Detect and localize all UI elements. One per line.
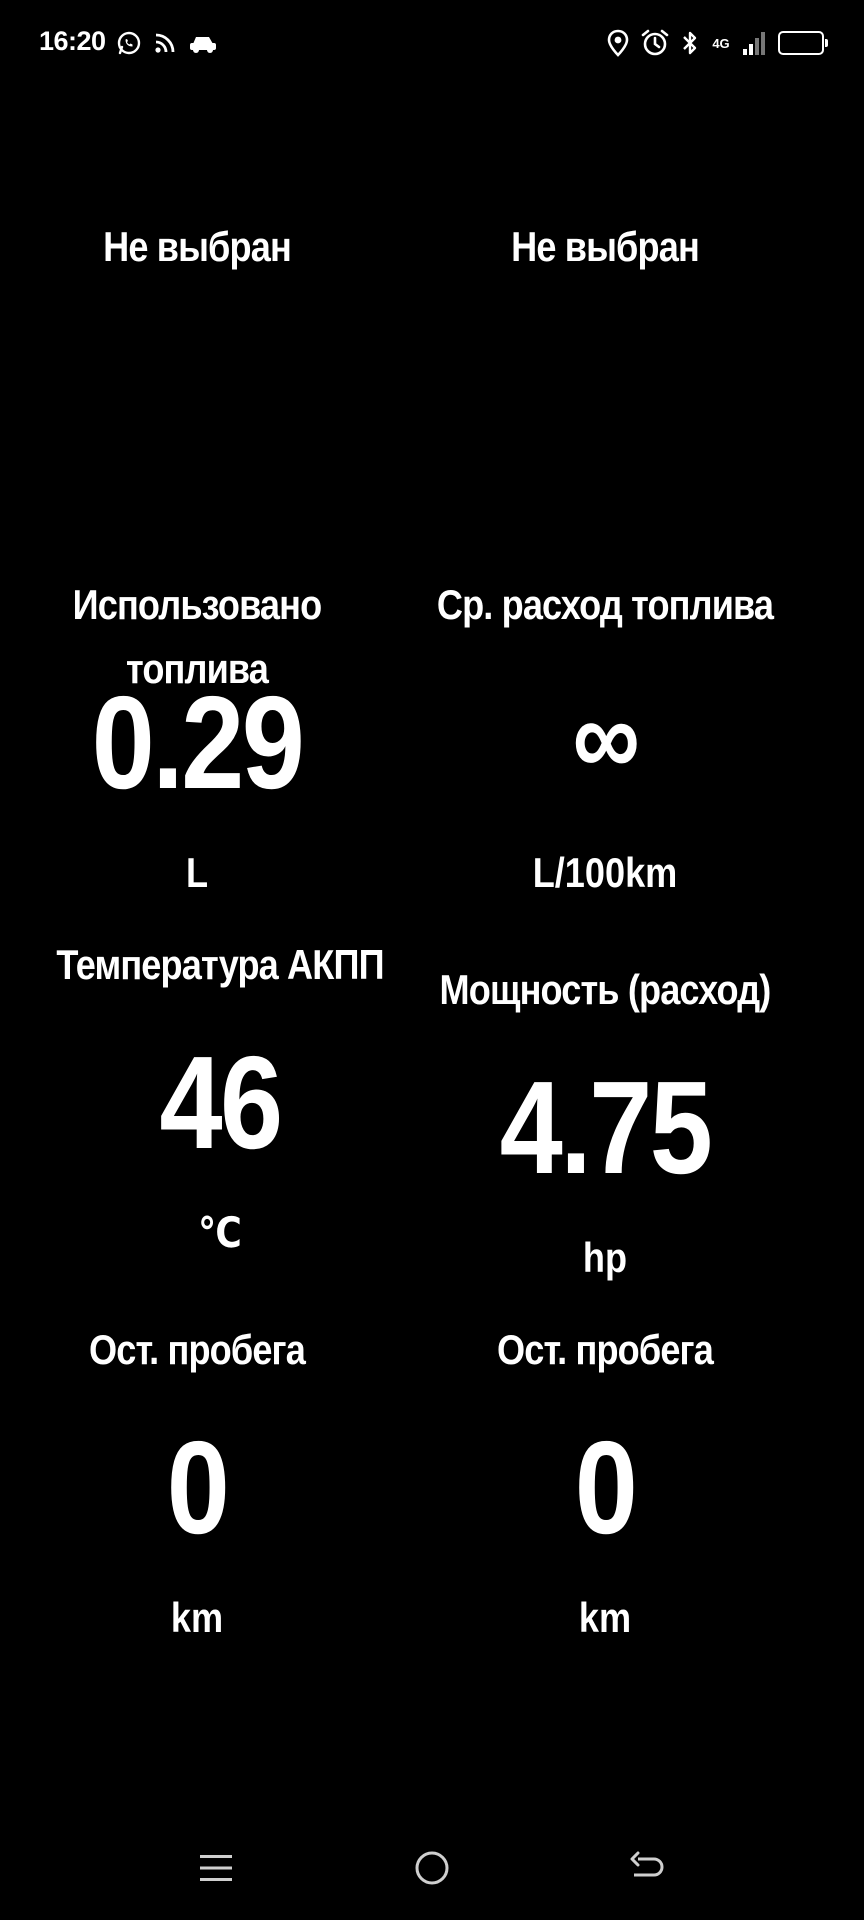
back-icon <box>628 1851 666 1890</box>
gauge-unit: ℃ <box>198 1209 242 1256</box>
gauge-unit: hp <box>582 1234 628 1281</box>
gauge-label: Ср. расход топлива <box>436 581 774 628</box>
gauge-avg-fuel-consumption[interactable]: Ср. расход топлива ∞ L/100km <box>405 573 805 903</box>
navigation-bar <box>0 1820 864 1920</box>
gauge-value: 46 <box>159 1029 283 1176</box>
gauge-remaining-range-1[interactable]: Ост. пробега 0 km <box>0 1318 397 1658</box>
home-button[interactable] <box>402 1840 462 1900</box>
gauge-label: Не выбран <box>511 223 700 270</box>
gauge-remaining-range-2[interactable]: Ост. пробега 0 km <box>405 1318 805 1658</box>
gauge-unit: L <box>185 849 209 896</box>
gauge-power-consumption[interactable]: Мощность (расход) 4.75 hp <box>405 958 805 1298</box>
home-icon <box>413 1849 451 1892</box>
gauge-unit: L/100km <box>532 849 678 896</box>
gauge-slot-1[interactable]: Не выбран <box>0 215 397 279</box>
gauge-value: 0 <box>574 1414 638 1561</box>
gauge-label: Ост. пробега <box>89 1326 306 1373</box>
menu-icon <box>198 1851 234 1890</box>
menu-button[interactable] <box>186 1840 246 1900</box>
gauge-label: Не выбран <box>103 223 292 270</box>
gauge-slot-2[interactable]: Не выбран <box>405 215 805 279</box>
gauge-transmission-temp[interactable]: Температура АКПП 46 ℃ <box>20 933 420 1273</box>
gauge-value: ∞ <box>572 676 640 799</box>
gauge-label: Мощность (расход) <box>439 966 772 1013</box>
gauge-label: Температура АКПП <box>56 941 384 988</box>
gauge-unit: km <box>170 1594 224 1641</box>
gauge-unit: km <box>578 1594 632 1641</box>
gauge-value: 0.29 <box>91 669 305 816</box>
gauge-label: Ост. пробега <box>497 1326 714 1373</box>
gauge-fuel-used[interactable]: Использовано топлива 0.29 L <box>0 573 397 903</box>
back-button[interactable] <box>617 1840 677 1900</box>
gauge-value: 0 <box>166 1414 230 1561</box>
gauge-value: 4.75 <box>499 1054 713 1201</box>
obd-dashboard: Не выбран Не выбран Использовано топлива… <box>0 0 864 1920</box>
